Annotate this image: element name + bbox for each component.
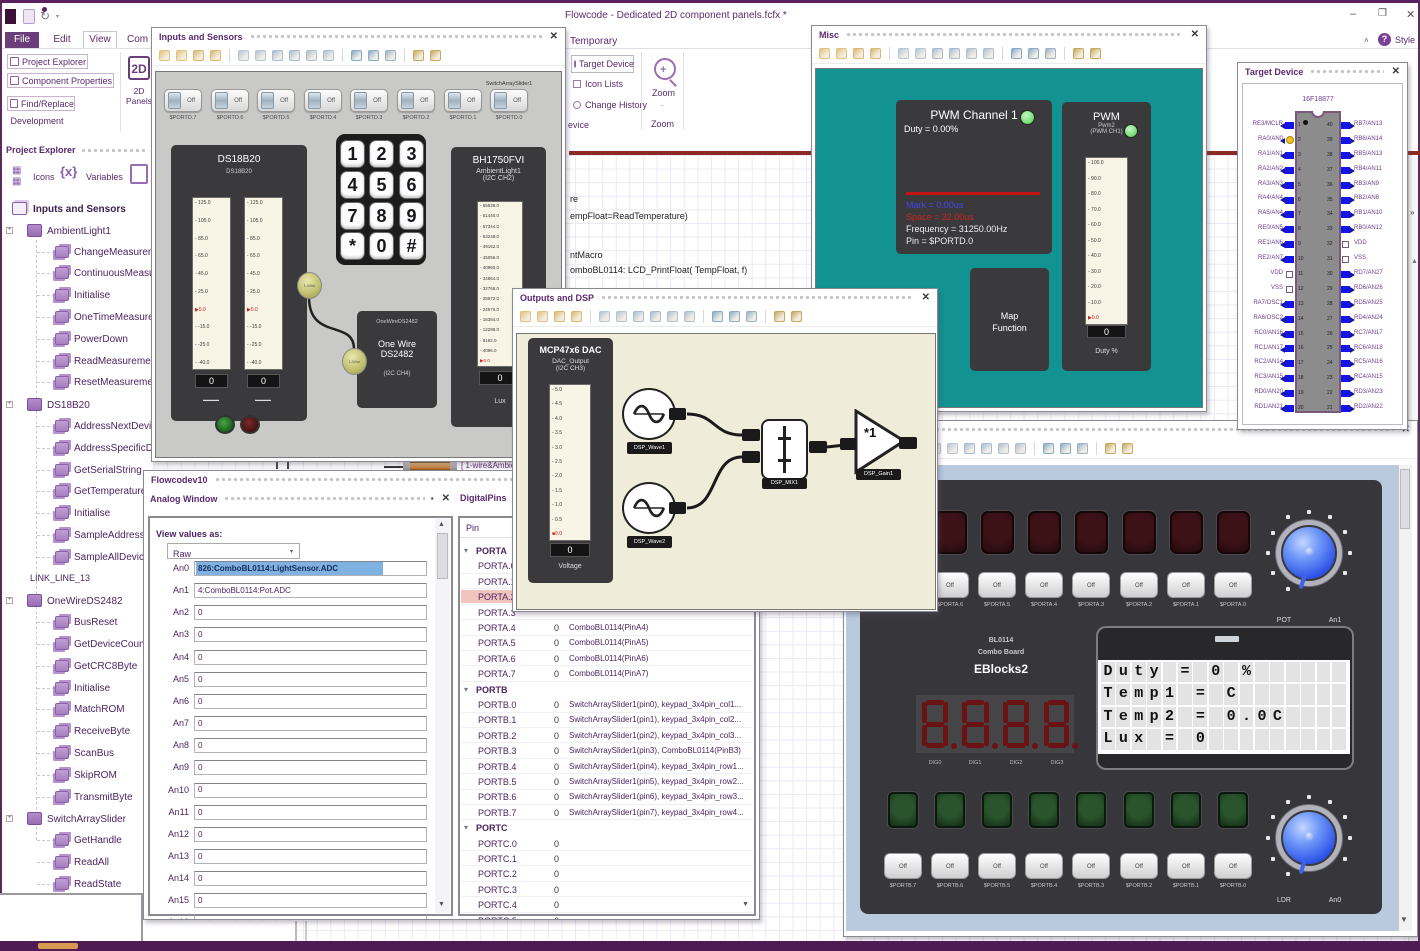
svg-text:*1: *1	[864, 425, 876, 440]
